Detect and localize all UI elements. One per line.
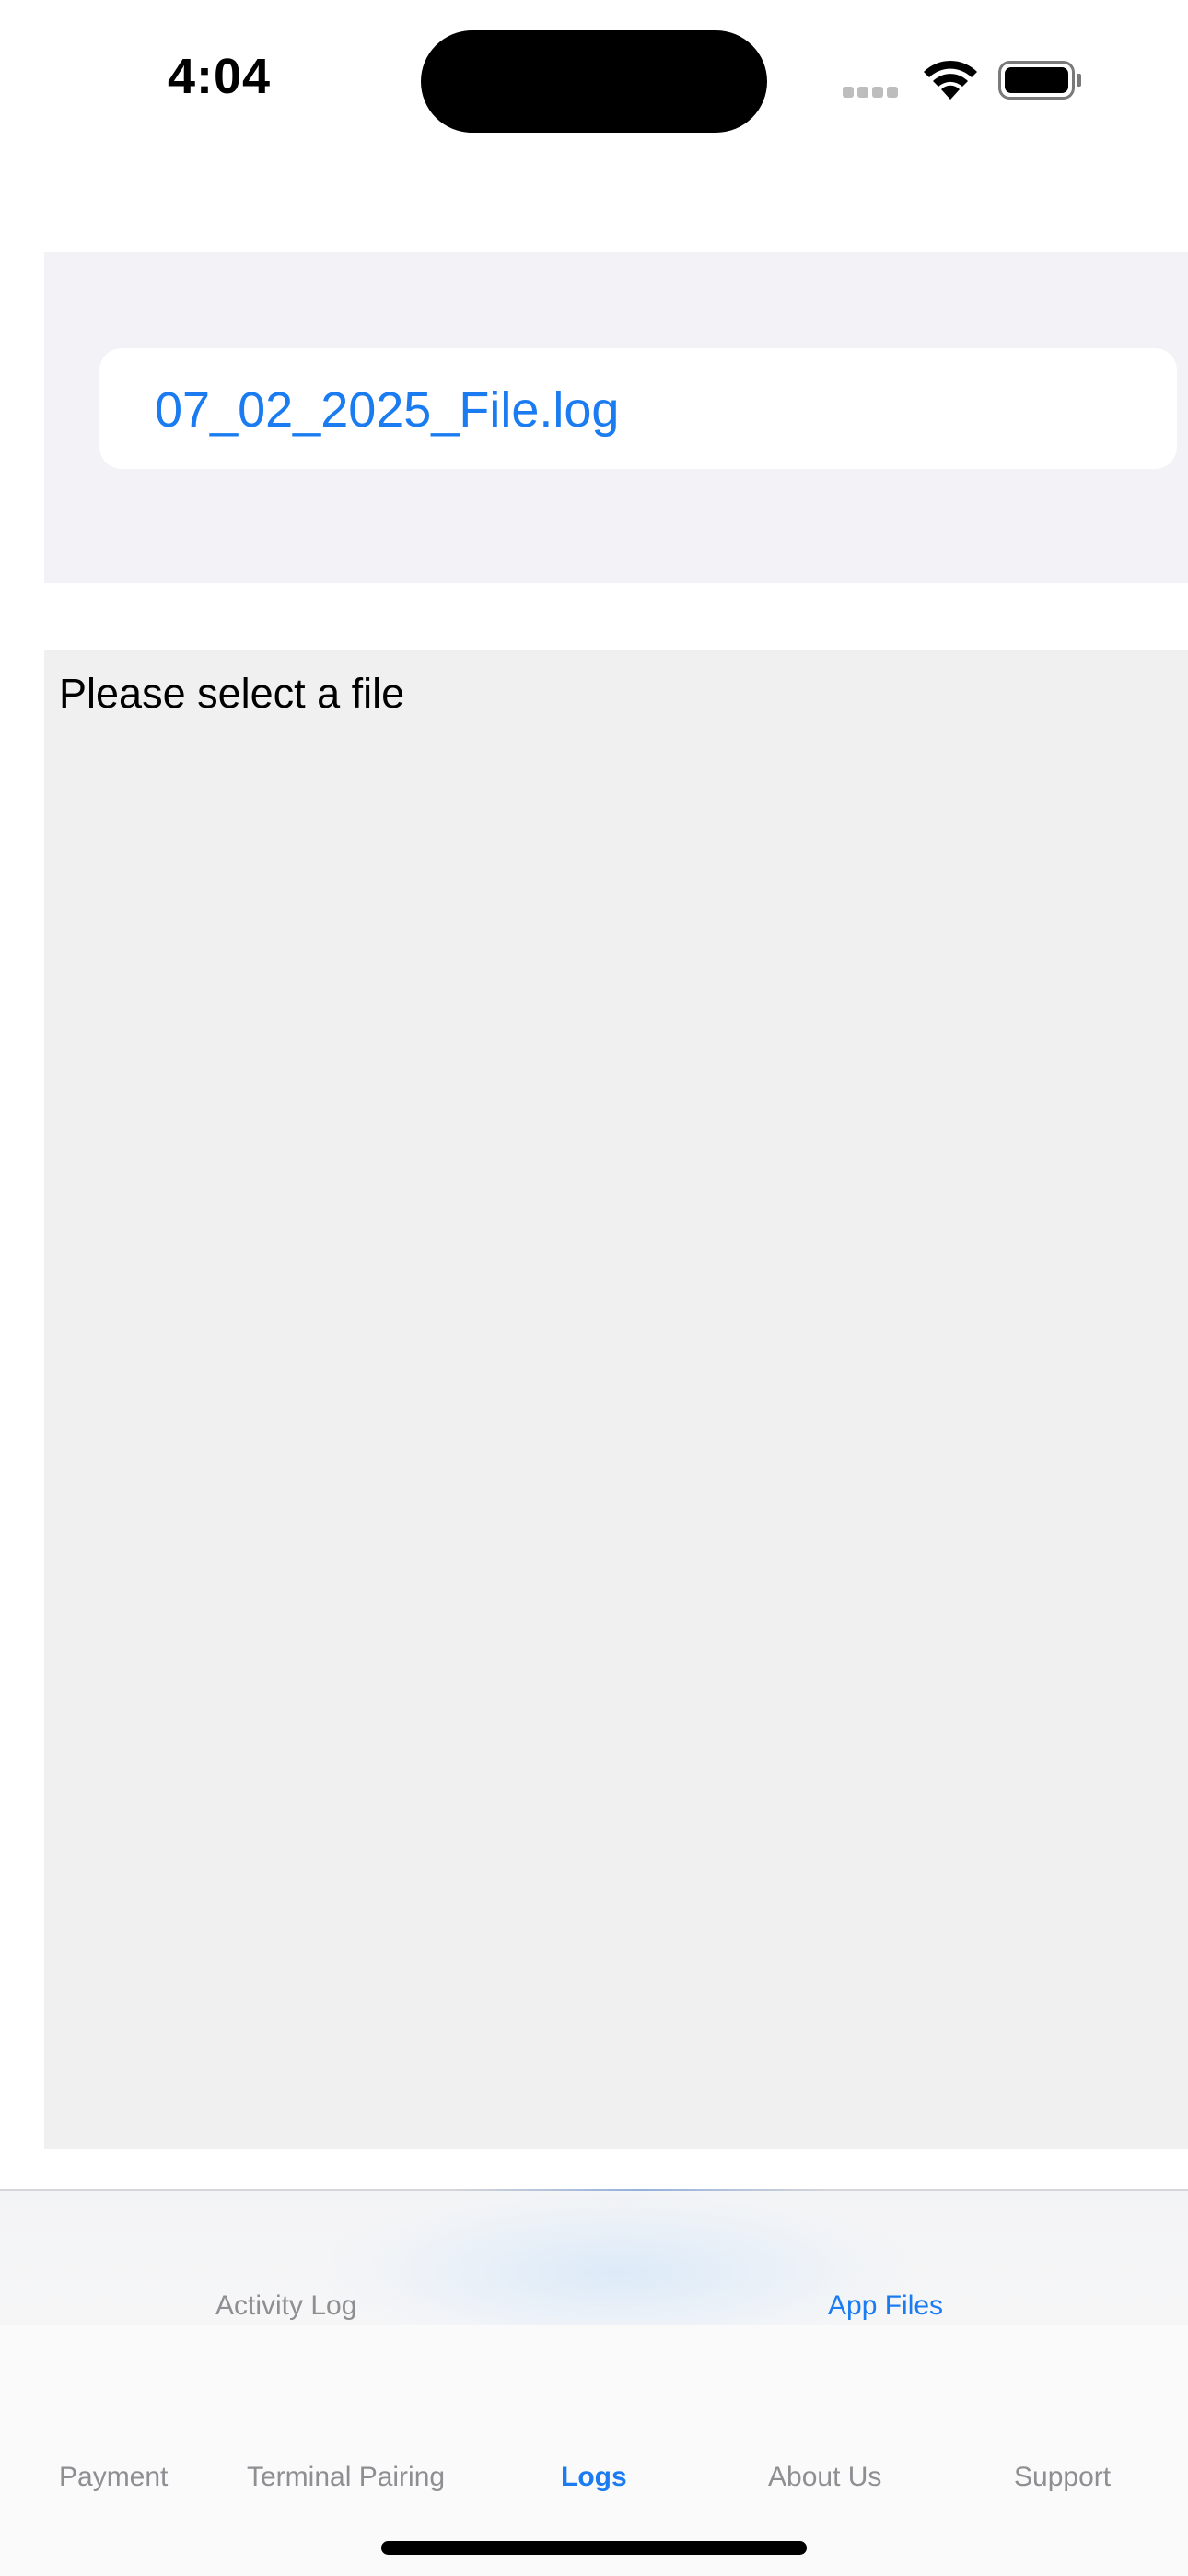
file-name-label: 07_02_2025_File.log: [155, 382, 620, 438]
tab-activity-log[interactable]: Activity Log: [215, 2290, 356, 2322]
log-viewer[interactable]: Please select a file: [44, 650, 1188, 2149]
app-screen: 4:04 07_02_2025_File.log Please select a…: [0, 0, 1188, 2576]
tab-logs[interactable]: Logs: [561, 2462, 627, 2493]
cellular-signal-icon: [843, 86, 905, 99]
tab-bar-divider: [451, 2189, 829, 2191]
tab-about-us[interactable]: About Us: [768, 2462, 881, 2493]
status-bar: 4:04: [0, 0, 1188, 147]
tab-terminal-pairing[interactable]: Terminal Pairing: [247, 2462, 445, 2493]
selected-tab-highlight: [332, 2191, 903, 2327]
status-time: 4:04: [168, 49, 272, 104]
file-list-item[interactable]: 07_02_2025_File.log: [99, 348, 1177, 469]
home-indicator[interactable]: [381, 2541, 807, 2555]
tab-support[interactable]: Support: [1014, 2462, 1111, 2493]
file-list-panel: 07_02_2025_File.log: [44, 252, 1188, 583]
log-type-tab-bar: Activity Log App Files: [0, 2189, 1188, 2327]
battery-icon: [998, 61, 1081, 100]
log-placeholder-text: Please select a file: [59, 670, 405, 717]
tab-app-files[interactable]: App Files: [828, 2290, 943, 2322]
wifi-icon: [924, 60, 977, 100]
tab-payment[interactable]: Payment: [59, 2462, 168, 2493]
main-tab-bar: Payment Terminal Pairing Logs About Us S…: [0, 2325, 1188, 2576]
dynamic-island: [421, 30, 767, 133]
